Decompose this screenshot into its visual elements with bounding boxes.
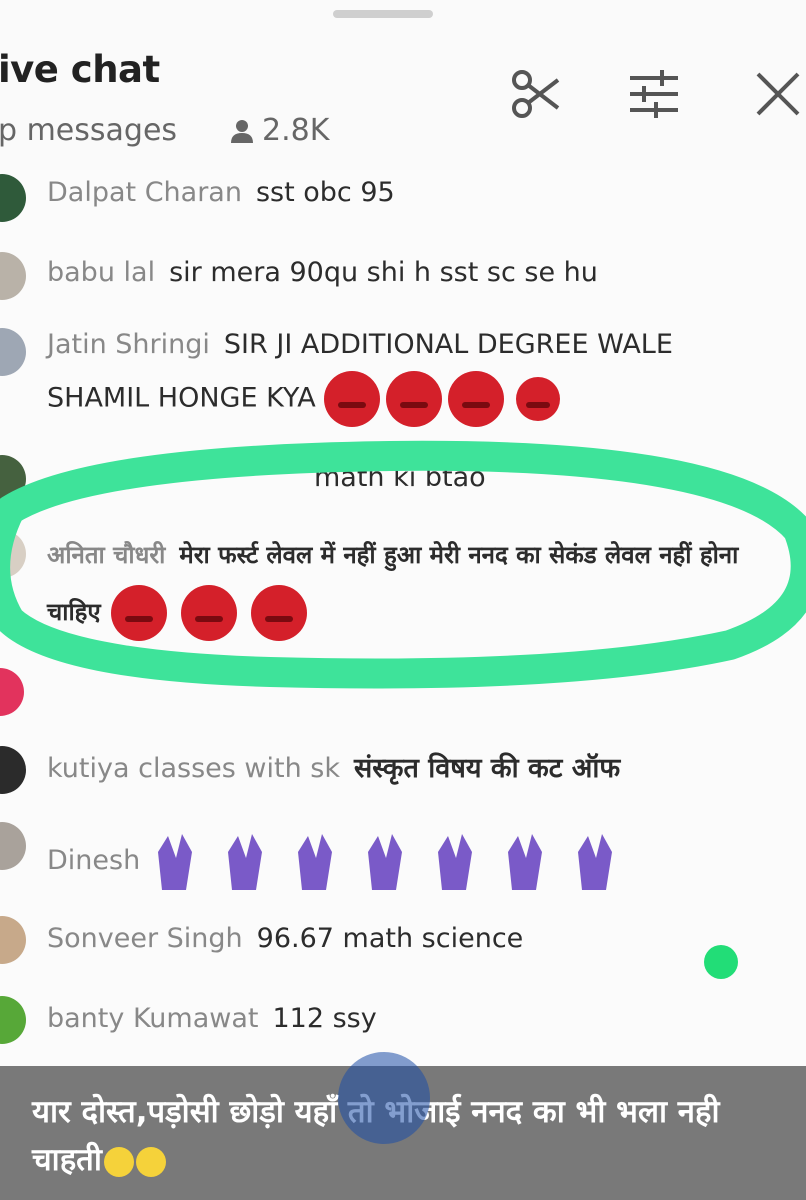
grinning-face-emoji [135, 1146, 166, 1177]
grinning-face-emoji [103, 1146, 134, 1177]
victory-hand-emoji [158, 834, 613, 890]
message-author[interactable]: banty Kumawat [47, 1003, 258, 1034]
viewer-count: 2.8K [228, 113, 329, 148]
message-body: math ki btao [314, 462, 486, 493]
message-body: sir mera 90qu shi h sst sc se hu [169, 257, 598, 288]
avatar[interactable] [0, 174, 26, 222]
message-author[interactable]: Sonveer Singh [47, 923, 243, 954]
message-text: banty Kumawat 112 ssy [47, 996, 746, 1042]
message-text: Dalpat Charan sst obc 95 [47, 170, 746, 216]
crying-face-emoji [111, 585, 308, 641]
avatar[interactable] [0, 822, 26, 870]
avatar[interactable] [0, 746, 26, 794]
message-body: 96.67 math science [256, 923, 524, 954]
avatar[interactable] [0, 668, 24, 716]
message-author[interactable]: kutiya classes with sk [47, 753, 340, 784]
message-text: kutiya classes with sk संस्कृत विषय की कट… [47, 746, 746, 792]
person-icon [231, 119, 253, 143]
scissors-icon[interactable] [508, 66, 564, 122]
message-text: babu lal sir mera 90qu shi h sst sc se hu [47, 250, 746, 296]
message-body: 112 ssy [272, 1003, 377, 1034]
message-author[interactable]: Dalpat Charan [47, 177, 242, 208]
avatar[interactable] [0, 916, 26, 964]
message-text: अनिता चौधरी मेरा फर्स्ट लेवल में नहीं हुआ… [47, 528, 746, 644]
viewer-count-value: 2.8K [262, 113, 330, 148]
chat-fab-button[interactable] [338, 1052, 430, 1144]
crying-face-emoji [324, 371, 561, 427]
message-text: Dinesh [47, 830, 746, 892]
message-text: Jatin Shringi SIR JI ADDITIONAL DEGREE WA… [47, 322, 746, 430]
message-body: sst obc 95 [255, 177, 395, 208]
message-author[interactable]: Dinesh [47, 838, 140, 884]
avatar[interactable] [0, 328, 26, 376]
chat-title: ive chat [0, 48, 160, 91]
message-text: Sonveer Singh 96.67 math science [47, 916, 746, 962]
avatar[interactable] [0, 530, 26, 578]
tune-icon[interactable] [626, 66, 682, 122]
message-body: संस्कृत विषय की कट ऑफ [353, 753, 621, 784]
message-author[interactable]: अनिता चौधरी [47, 541, 165, 569]
online-indicator [704, 945, 738, 979]
message-author[interactable]: babu lal [47, 257, 155, 288]
avatar[interactable] [0, 455, 26, 503]
avatar[interactable] [0, 252, 26, 300]
avatar[interactable] [0, 996, 26, 1044]
chat-mode-label[interactable]: p messages [0, 113, 177, 148]
live-chat-screen: ive chat p messages 2.8K Dalpat Charan s… [0, 0, 806, 1200]
message-author[interactable]: Jatin Shringi [47, 329, 210, 360]
message-text: math ki btao [300, 455, 746, 501]
chat-header: ive chat p messages 2.8K [0, 0, 806, 170]
close-icon[interactable] [750, 66, 806, 122]
drag-handle[interactable] [333, 10, 433, 18]
